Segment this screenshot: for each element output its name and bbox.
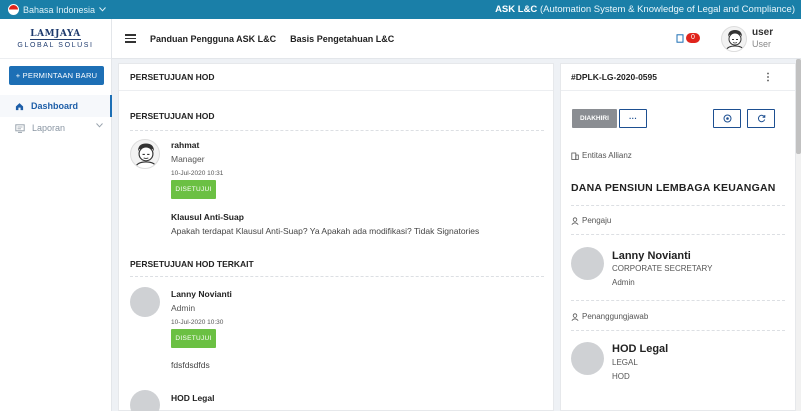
chevron-down-icon [99,7,106,12]
user-name: user [752,27,774,38]
approval-card: PERSETUJUAN HOD PERSETUJUAN HOD rahmat M… [118,63,554,411]
menu-toggle-icon[interactable] [125,32,136,45]
kebab-menu-icon[interactable]: ⋮ [763,72,773,83]
indonesia-flag-icon [8,4,19,15]
divider [130,276,544,277]
user-avatar[interactable] [721,26,747,52]
user-face-icon [724,30,746,51]
language-selector[interactable]: Bahasa Indonesia [8,4,106,15]
approval-date: 10-Jul-2020 10:31 [171,170,224,177]
approved-badge: DISETUJUI [171,329,216,348]
sidebar-item-label: Laporan [32,123,66,133]
approved-badge: DISETUJUI [171,180,216,199]
target-icon [723,114,731,123]
status-ended-button[interactable]: DIAKHIRI [572,109,617,128]
scrollbar-thumb[interactable] [796,59,801,154]
pic-dept: LEGAL [612,358,638,367]
pic-role: HOD [612,372,630,381]
header: Panduan Pengguna ASK L&C Basis Pengetahu… [112,19,801,59]
pic-name: HOD Legal [612,343,669,355]
refresh-button[interactable] [747,109,775,128]
requester-label: Pengaju [571,216,611,225]
requester-avatar [571,247,604,280]
divider [571,300,785,301]
sidebar-item-label: Dashboard [31,101,79,111]
requester-label-text: Pengaju [582,216,612,225]
person-icon [571,312,579,321]
pic-avatar [571,342,604,375]
app-name: ASK L&C [495,4,538,15]
user-guide-link[interactable]: Panduan Pengguna ASK L&C [150,34,276,44]
knowledge-base-link[interactable]: Basis Pengetahuan L&C [290,34,394,44]
divider [571,205,785,206]
requester-dept: CORPORATE SECRETARY [612,264,713,273]
refresh-icon [757,114,765,123]
app-title: ASK L&C (Automation System & Knowledge o… [495,4,795,15]
approver-name: rahmat [171,140,200,150]
card-title: PERSETUJUAN HOD [119,64,553,91]
entity-name: DANA PENSIUN LEMBAGA KEUANGAN [571,182,776,194]
question-title: Klausul Anti-Suap [171,212,244,222]
divider [571,330,785,331]
home-icon [15,102,24,110]
divider [571,234,785,235]
related-note: fdsfdsdfds [171,360,210,370]
more-actions-button[interactable]: ··· [619,109,647,128]
company-logo[interactable]: LAMJAYA GLOBAL SOLUSI [0,19,111,59]
entity-label-text: Entitas Allianz [582,151,632,160]
document-icon [676,33,684,43]
logo-bottom-text: GLOBAL SOLUSI [17,41,94,49]
related-approver-avatar [130,287,160,317]
related-approver-name: HOD Legal [171,393,215,403]
logo-top-text: LAMJAYA [30,28,81,40]
user-face-icon [134,143,158,168]
language-label: Bahasa Indonesia [23,4,96,15]
request-ref: #DPLK-LG-2020-0595 [561,64,795,91]
approver-role: Manager [171,154,205,164]
notification-button[interactable]: 0 [676,33,700,43]
sidebar-nav: Dashboard Laporan [0,95,112,139]
building-icon [571,152,579,160]
related-approver-avatar [130,390,160,411]
pic-label-text: Penanggungjawab [582,312,649,321]
related-approver-role: Admin [171,303,196,313]
notification-badge: 0 [686,33,700,43]
sidebar-item-dashboard[interactable]: Dashboard [0,95,112,117]
related-approver-name: Lanny Novianti [171,289,232,299]
question-text: Apakah terdapat Klausul Anti-Suap? Ya Ap… [171,226,480,236]
requester-role: Admin [612,278,635,287]
section-title-related-approval: PERSETUJUAN HOD TERKAIT [130,259,254,269]
view-button[interactable] [713,109,741,128]
top-bar: Bahasa Indonesia ASK L&C (Automation Sys… [0,0,801,19]
section-title-hod-approval: PERSETUJUAN HOD [130,111,215,121]
divider [130,130,544,131]
entity-label: Entitas Allianz [571,151,632,160]
chevron-down-icon [96,123,103,128]
approver-avatar [130,139,160,169]
sidebar: LAMJAYA GLOBAL SOLUSI + PERMINTAAN BARU … [0,19,112,411]
pic-label: Penanggungjawab [571,312,648,321]
app-subtitle: (Automation System & Knowledge of Legal … [539,4,795,15]
related-approval-date: 10-Jul-2020 10:30 [171,319,224,326]
request-detail-card: #DPLK-LG-2020-0595 ⋮ DIAKHIRI ··· Entita… [560,63,796,411]
requester-name: Lanny Novianti [612,250,691,262]
sidebar-item-laporan[interactable]: Laporan [0,117,112,139]
report-icon [15,123,25,133]
user-role: User [752,39,772,49]
person-icon [571,216,579,225]
new-request-button[interactable]: + PERMINTAAN BARU [9,66,104,85]
